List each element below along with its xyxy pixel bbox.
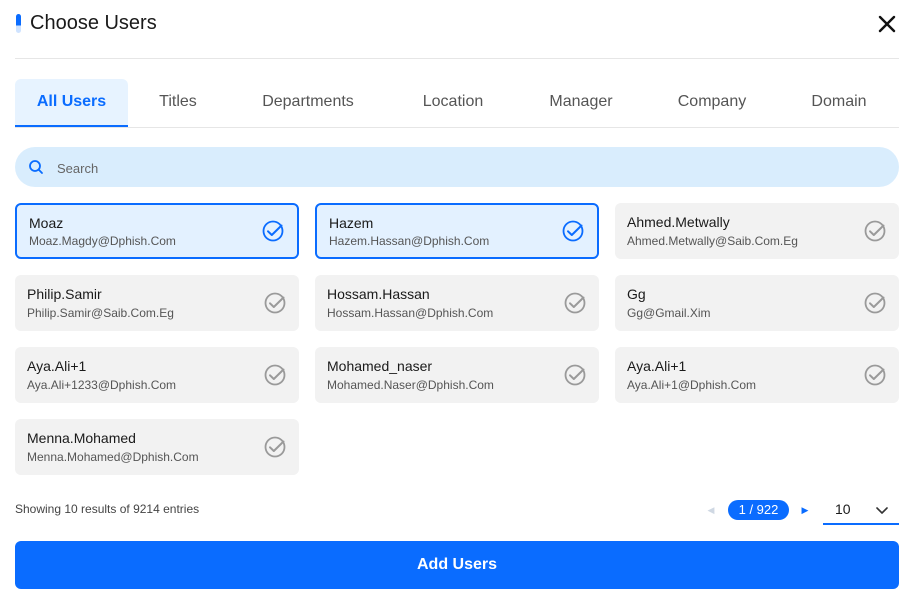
check-circle-icon[interactable] [863,219,887,243]
user-name: Hazem [329,215,374,231]
search-bar [15,147,899,189]
user-name: Menna.Mohamed [27,430,136,446]
title-accent-bar [16,14,21,33]
close-icon[interactable] [875,12,899,36]
search-icon [29,160,43,174]
check-circle-icon[interactable] [561,219,585,243]
user-name: Aya.Ali+1 [27,358,87,374]
check-circle-icon[interactable] [563,291,587,315]
user-card[interactable]: Menna.Mohamed Menna.Mohamed@Dphish.Com [15,419,299,475]
dialog-header: Choose Users [15,8,899,58]
user-name: Moaz [29,215,64,231]
user-email: Hossam.Hassan@Dphish.Com [327,306,494,320]
tab-location[interactable]: Location [408,79,498,125]
user-name: Philip.Samir [27,286,102,302]
prev-page-icon[interactable]: ◀ [700,499,722,521]
user-email: Menna.Mohamed@Dphish.Com [27,450,199,464]
user-email: Aya.Ali+1@Dphish.Com [627,378,757,392]
header-divider [15,58,899,59]
user-card[interactable]: Gg Gg@Gmail.Xim [615,275,899,331]
user-email: Ahmed.Metwally@Saib.Com.Eg [627,234,798,248]
tab-bar: All Users Titles Departments Location Ma… [15,79,899,128]
user-email: Mohamed.Naser@Dphish.Com [327,378,494,392]
user-email: Hazem.Hassan@Dphish.Com [329,234,490,248]
results-summary: Showing 10 results of 9214 entries [15,502,200,516]
user-card[interactable]: Moaz Moaz.Magdy@Dphish.Com [15,203,299,259]
user-email: Philip.Samir@Saib.Com.Eg [27,306,174,320]
user-card[interactable]: Hossam.Hassan Hossam.Hassan@Dphish.Com [315,275,599,331]
tab-all-users[interactable]: All Users [15,79,128,127]
check-circle-icon[interactable] [263,435,287,459]
check-circle-icon[interactable] [863,363,887,387]
user-name: Aya.Ali+1 [627,358,687,374]
dialog-title: Choose Users [30,12,157,34]
tab-company[interactable]: Company [665,79,759,125]
chevron-down-icon [876,507,888,514]
user-email: Gg@Gmail.Xim [627,306,711,320]
user-email: Aya.Ali+1233@Dphish.Com [27,378,177,392]
tab-departments[interactable]: Departments [248,79,368,125]
check-circle-icon[interactable] [261,219,285,243]
check-circle-icon[interactable] [263,363,287,387]
user-card[interactable]: Aya.Ali+1 Aya.Ali+1@Dphish.Com [615,347,899,403]
user-card[interactable]: Mohamed_naser Mohamed.Naser@Dphish.Com [315,347,599,403]
check-circle-icon[interactable] [563,363,587,387]
search-input[interactable] [55,147,879,189]
next-page-icon[interactable]: ▶ [794,499,816,521]
user-name: Ahmed.Metwally [627,214,730,230]
add-users-button[interactable]: Add Users [15,541,899,589]
user-card[interactable]: Aya.Ali+1 Aya.Ali+1233@Dphish.Com [15,347,299,403]
user-card[interactable]: Ahmed.Metwally Ahmed.Metwally@Saib.Com.E… [615,203,899,259]
tab-manager[interactable]: Manager [535,79,627,125]
user-name: Mohamed_naser [327,358,433,374]
page-size-value: 10 [835,501,851,517]
user-email: Moaz.Magdy@Dphish.Com [29,234,176,248]
user-name: Hossam.Hassan [327,286,430,302]
user-name: Gg [627,286,646,302]
tab-titles[interactable]: Titles [143,79,213,125]
check-circle-icon[interactable] [263,291,287,315]
page-size-select[interactable]: 10 [823,497,899,525]
tab-domain[interactable]: Domain [800,79,878,125]
check-circle-icon[interactable] [863,291,887,315]
user-card[interactable]: Philip.Samir Philip.Samir@Saib.Com.Eg [15,275,299,331]
user-card[interactable]: Hazem Hazem.Hassan@Dphish.Com [315,203,599,259]
page-indicator: 1 / 922 [728,500,789,520]
